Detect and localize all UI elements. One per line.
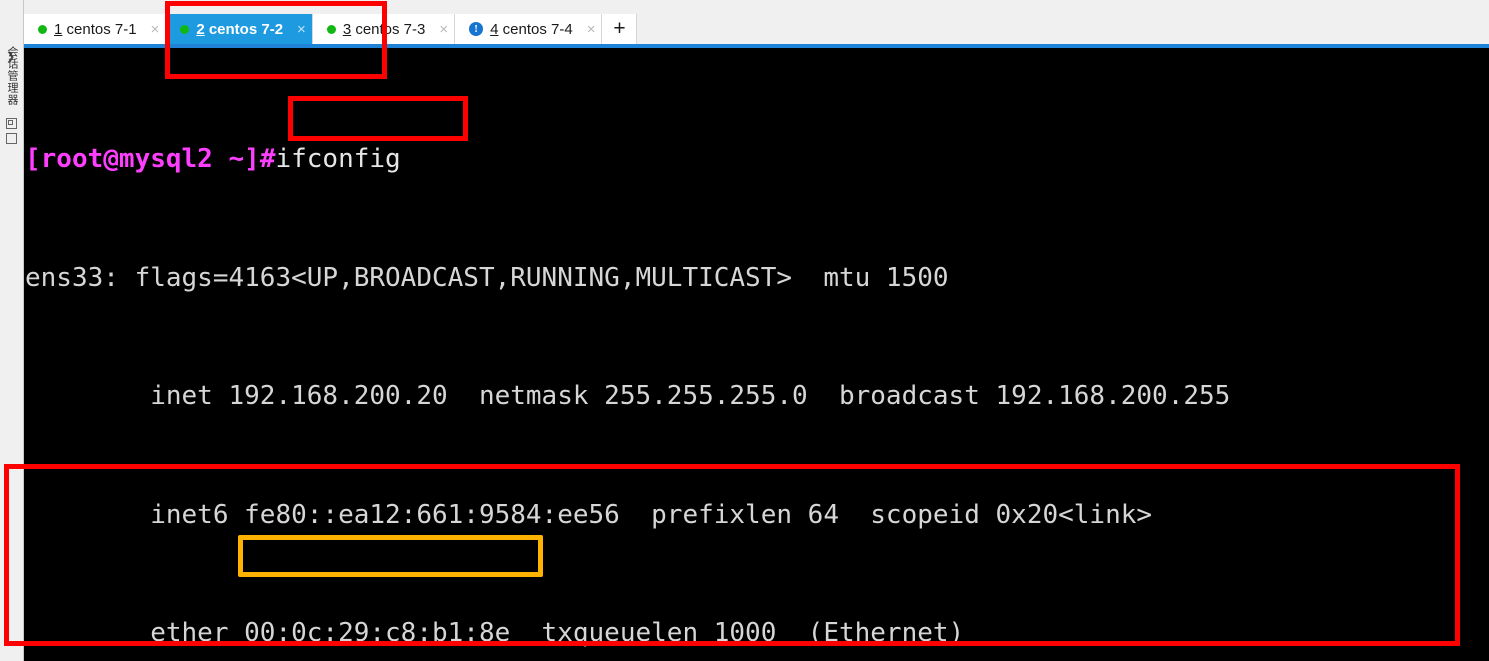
tab-index: 2 <box>196 20 205 38</box>
tab-name: centos 7-3 <box>351 20 426 38</box>
status-dot-icon <box>326 24 336 34</box>
typed-command: ifconfig <box>275 144 401 174</box>
terminal-output-area[interactable]: [root@mysql2 ~]#ifconfig ens33: flags=41… <box>25 48 1489 661</box>
alert-exclamation-icon: ! <box>469 22 484 36</box>
terminal-line: ether 00:0c:29:c8:b1:8e txqueuelen 1000 … <box>25 618 965 648</box>
tab-name: centos 7-2 <box>204 20 284 38</box>
tab-centos-7-1[interactable]: 1 centos 7-1 × <box>24 14 167 44</box>
tab-label: 2 centos 7-2 <box>196 21 283 38</box>
tab-centos-7-2[interactable]: 2 centos 7-2 × <box>166 14 313 44</box>
terminal-line: ens33: flags=4163<UP,BROADCAST,RUNNING,M… <box>25 262 949 293</box>
shell-prompt: [root@mysql2 ~] <box>25 144 260 174</box>
tab-label: 4 centos 7-4 <box>490 21 573 38</box>
tab-label: 3 centos 7-3 <box>343 21 426 38</box>
close-icon[interactable]: × <box>439 21 448 38</box>
status-dot-icon <box>180 24 190 34</box>
close-icon[interactable]: × <box>587 21 596 38</box>
session-manager-label: 会话管理器 <box>6 46 18 106</box>
terminal-line: inet 192.168.200.20 netmask 255.255.255.… <box>25 381 1231 411</box>
terminal-text: [root@mysql2 ~]#ifconfig ens33: flags=41… <box>25 61 1489 661</box>
terminal-prompt-line: [root@mysql2 ~]#ifconfig <box>25 140 1489 180</box>
tab-bar: 1 centos 7-1 × 2 centos 7-2 × 3 centos 7… <box>0 0 1489 44</box>
tab-strip: 1 centos 7-1 × 2 centos 7-2 × 3 centos 7… <box>24 14 638 44</box>
prompt-hash: # <box>259 144 276 174</box>
tab-centos-7-3[interactable]: 3 centos 7-3 × <box>312 14 456 44</box>
close-icon[interactable]: × <box>151 21 160 38</box>
pin-icon[interactable] <box>6 118 17 129</box>
close-icon[interactable]: × <box>297 21 306 38</box>
tab-index: 3 <box>342 20 352 38</box>
new-tab-button[interactable]: + <box>602 14 638 44</box>
tab-label: 1 centos 7-1 <box>54 21 137 38</box>
session-manager-panel[interactable]: ❯ 会话管理器 <box>0 0 24 661</box>
tab-centos-7-4[interactable]: ! 4 centos 7-4 × <box>455 14 603 44</box>
panel-toggle-icon[interactable] <box>6 133 17 144</box>
tab-name: centos 7-4 <box>498 20 573 38</box>
terminal-line: inet6 fe80::ea12:661:9584:ee56 prefixlen… <box>25 499 1153 530</box>
status-dot-icon <box>38 24 47 34</box>
tab-name: centos 7-1 <box>62 20 137 38</box>
